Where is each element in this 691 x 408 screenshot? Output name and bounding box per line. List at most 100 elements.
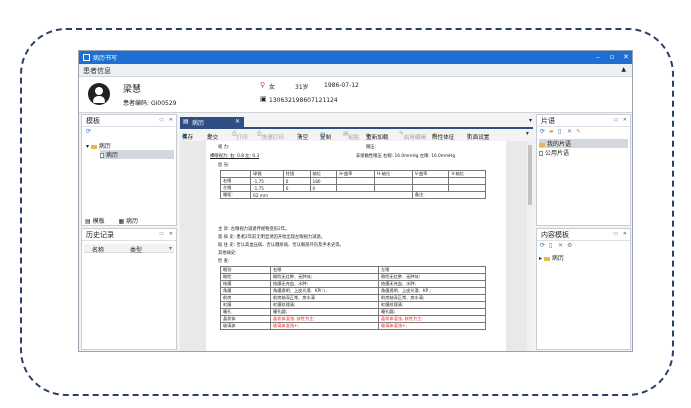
edit-icon[interactable]: ✎ xyxy=(576,128,581,135)
present-history: 现 病 史: 患者2年前无明显诱因开始出现左眼视力减退。 xyxy=(218,235,326,240)
table-row: 左眼 -1.75 0 0 xyxy=(219,184,486,192)
close-icon[interactable]: ✕ xyxy=(169,117,173,123)
delete-icon[interactable]: ✕ xyxy=(558,242,563,249)
vision-label: 视 力: xyxy=(218,145,230,150)
content-template-folder[interactable]: ▸ 病历 xyxy=(539,253,564,262)
scrollbar-thumb[interactable] xyxy=(528,145,532,205)
table-row: 结膜 结膜无充血、水肿; 结膜无充血、水肿; xyxy=(220,280,486,288)
collapse-icon[interactable]: ▲ xyxy=(621,66,626,73)
table-cell: H-轴位 xyxy=(374,170,413,178)
tab-template-label: 模板 xyxy=(92,218,105,225)
table-cell xyxy=(374,177,413,185)
tab-medical-record[interactable]: ▤ 病历 ✕ xyxy=(180,117,244,127)
phrase-folder-my-label: 我的片语 xyxy=(547,141,572,148)
tree-doc-item[interactable]: 病历 xyxy=(100,150,174,159)
enable-edit-label: 启用编辑 xyxy=(403,135,427,141)
delete-icon[interactable]: ✕ xyxy=(567,128,572,135)
clear-label: 清空 xyxy=(297,135,309,141)
close-icon[interactable]: ✕ xyxy=(623,117,627,123)
table-cell: V-曲率 xyxy=(411,170,450,178)
iop-label: 眼压: xyxy=(366,145,377,150)
table-cell xyxy=(336,184,376,192)
content-template-toolbar: ⟳ ▯ ✕ ⚙ xyxy=(537,241,630,251)
maximize-button[interactable]: ▫ xyxy=(606,52,618,63)
settings-icon[interactable]: ⚙ xyxy=(567,242,572,249)
patient-code-label: 患者编码: xyxy=(123,100,150,107)
other-history: 其他病史: xyxy=(218,251,237,256)
table-cell xyxy=(411,184,450,192)
patient-id-number: 13063219860712112​4 xyxy=(269,97,338,104)
tab-record[interactable]: ▦ 病历 xyxy=(119,218,145,225)
paste-button[interactable]: ▤ 粘贴 xyxy=(343,131,360,141)
dropdown-icon[interactable]: ▾ xyxy=(169,245,172,252)
pin-icon[interactable]: ▭ xyxy=(613,117,618,123)
document-page[interactable]: 视 力: 眼压: 裸眼视力: 右: 0.8 左: 0.3 非接触性眼压 右眼: … xyxy=(206,141,506,351)
pin-icon[interactable]: ▭ xyxy=(159,117,164,123)
table-cell: 晶状体混浊, 核性为主; xyxy=(270,315,379,323)
new-folder-icon[interactable]: ▰ xyxy=(549,128,554,135)
paste-label: 粘贴 xyxy=(348,135,360,141)
new-item-icon[interactable]: ▯ xyxy=(549,242,552,249)
table-cell: 眼睑 xyxy=(220,273,271,281)
table-cell: 眼睑无红肿、无肿块; xyxy=(270,273,379,281)
table-cell: 瞳孔圆; xyxy=(270,308,379,316)
template-bottom-tabs: ▤ 模板 ▦ 病历 xyxy=(85,216,150,226)
new-item-icon[interactable]: ▯ xyxy=(558,128,561,135)
phrase-public[interactable]: 公用片语 xyxy=(539,148,569,157)
naked-vision: 裸眼视力: 右: 0.8 左: 0.3 xyxy=(210,154,260,159)
refresh-icon[interactable]: ⟳ xyxy=(540,128,545,135)
table-cell xyxy=(448,184,486,192)
exam-table: 眼别 右眼 左眼 眼睑 眼睑无红肿、无肿块; 眼睑无红肿、无肿块; 结膜 结膜无充血、… xyxy=(220,266,486,330)
tree-folder-item[interactable]: ▾ 病历 xyxy=(86,141,111,150)
close-icon[interactable]: ✕ xyxy=(623,231,627,237)
table-cell: 备注: xyxy=(411,191,487,199)
quick-print-label: 快速打印 xyxy=(261,135,284,141)
table-cell: 瞳孔圆; xyxy=(378,308,486,316)
phrase-public-label: 公用片语 xyxy=(545,150,570,157)
tab-overflow-icon[interactable]: ▾ xyxy=(529,117,532,124)
table-row: 眼别 右眼 左眼 xyxy=(220,266,486,274)
print-button[interactable]: ⎙ 打印 xyxy=(232,131,248,141)
avatar xyxy=(88,83,110,105)
column-name[interactable]: 名称 xyxy=(92,245,104,254)
table-cell: 柱镜 xyxy=(282,170,311,178)
pin-icon[interactable]: ▭ xyxy=(613,231,618,237)
refresh-icon[interactable]: ⟳ xyxy=(540,242,545,249)
exam-label: 检 查: xyxy=(218,259,230,264)
phrase-folder-my[interactable]: 我的片语 xyxy=(539,139,628,148)
document-editor[interactable]: 视 力: 眼压: 裸眼视力: 右: 0.8 左: 0.3 非接触性眼压 右眼: … xyxy=(180,141,533,351)
table-cell xyxy=(448,177,486,185)
table-row: 眼睑 眼睑无红肿、无肿块; 眼睑无红肿、无肿块; xyxy=(220,273,486,281)
table-cell: 结膜无充血、水肿; xyxy=(378,280,486,288)
refresh-icon[interactable]: ⟳ xyxy=(86,128,91,135)
table-cell: 角膜 xyxy=(220,287,271,295)
vertical-scrollbar[interactable] xyxy=(527,141,533,351)
toolbar-overflow-icon[interactable]: ▾ xyxy=(526,131,529,137)
phrase-panel-header: 片语 ▭ ✕ xyxy=(537,115,630,127)
table-cell: 轴位 xyxy=(309,170,338,178)
table-cell: V-轴位 xyxy=(448,170,486,178)
pin-icon[interactable]: ▭ xyxy=(159,231,164,237)
patient-card: 梁慧 患者编码: GI00529 ♀ 女 31岁 1986-07-12 ▣ 13… xyxy=(79,77,632,113)
minimize-button[interactable]: – xyxy=(592,52,604,63)
page-setup-label: 页面设置 xyxy=(467,135,490,141)
window-title: 病历书写 xyxy=(93,55,118,62)
female-icon: ♀ xyxy=(260,81,266,89)
close-button[interactable]: ✕ xyxy=(620,52,632,63)
table-cell: 前房轴深正常、房水清; xyxy=(378,294,486,302)
folder-icon xyxy=(90,144,97,149)
patient-info-header[interactable]: 患者信息 ▲ xyxy=(79,64,632,77)
close-icon[interactable]: ✕ xyxy=(169,231,173,237)
template-panel-header: 模板 ▭ ✕ xyxy=(82,115,176,127)
enable-edit-button[interactable]: ✎ 启用编辑 xyxy=(399,131,426,141)
refraction-table: 球镜 柱镜 轴位 H-曲率 H-轴位 V-曲率 V-轴位 右眼 -1.75 0 … xyxy=(219,170,487,199)
quick-print-button[interactable]: ⎙ 快速打印 xyxy=(257,131,284,141)
tab-close-icon[interactable]: ✕ xyxy=(235,118,240,125)
table-cell: 180 xyxy=(309,177,338,185)
table-cell: 结膜无充血、水肿; xyxy=(270,280,379,288)
patient-gender: 女 xyxy=(269,84,276,91)
chief-complaint: 主 诉: 左眼视力减退伴视物变形2年。 xyxy=(218,227,290,232)
column-type[interactable]: 类型 xyxy=(130,245,142,254)
table-cell: 瞳距: xyxy=(219,191,252,199)
tab-template[interactable]: ▤ 模板 xyxy=(85,218,111,225)
